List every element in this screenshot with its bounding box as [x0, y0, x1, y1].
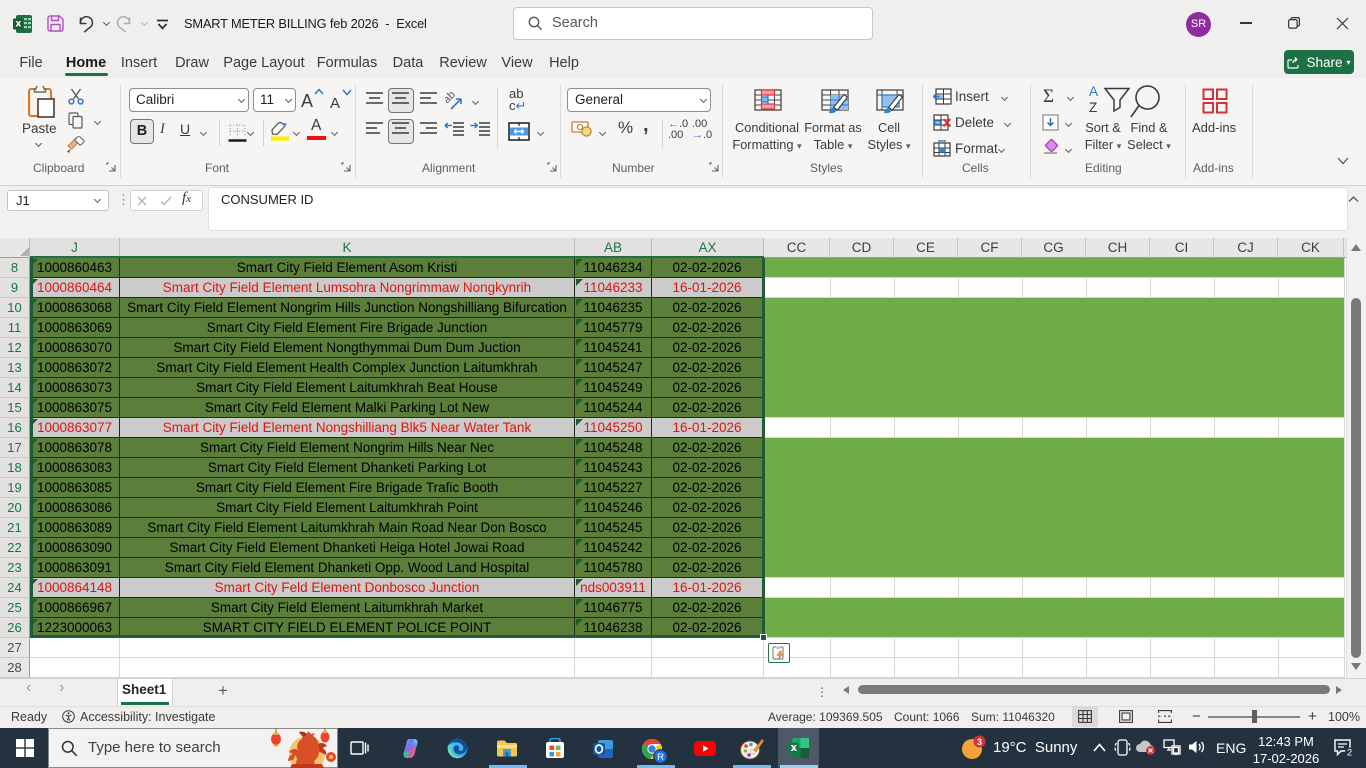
svg-text:R: R: [657, 752, 664, 763]
svg-text:3: 3: [977, 737, 982, 747]
svg-text:2: 2: [1347, 748, 1352, 758]
